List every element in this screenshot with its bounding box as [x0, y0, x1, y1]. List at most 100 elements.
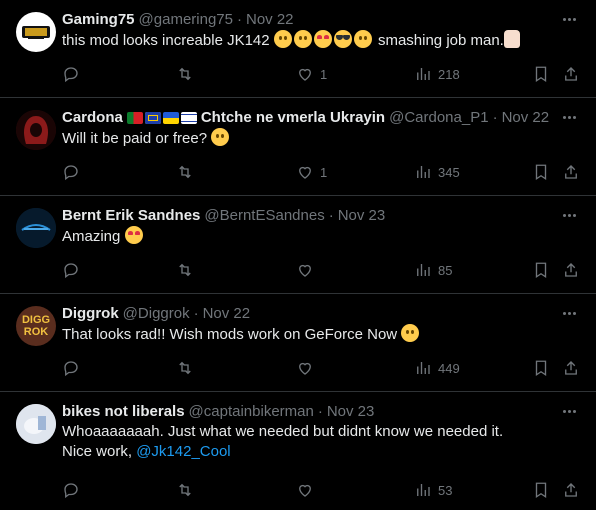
reply-item[interactable]: Bernt Erik Sandnes @BerntESandnes · Nov …: [0, 196, 596, 294]
eu-flag-icon: [144, 112, 161, 124]
avatar[interactable]: [16, 110, 56, 150]
ukraine-flag-icon: [162, 112, 179, 124]
flag-emojis: [126, 112, 197, 124]
share-button[interactable]: [562, 261, 580, 279]
like-button[interactable]: [296, 359, 320, 377]
display-name[interactable]: Diggrok: [62, 304, 119, 324]
reply-icon: [64, 483, 78, 499]
heart-eyes-emoji-icon: [313, 30, 332, 48]
like-button[interactable]: [296, 261, 320, 279]
display-name[interactable]: bikes not liberals: [62, 402, 185, 422]
timestamp[interactable]: Nov 22: [246, 10, 294, 30]
heart-eyes-emoji-icon: [124, 226, 143, 244]
retweet-button[interactable]: [176, 261, 194, 279]
like-button[interactable]: 1: [296, 163, 327, 181]
more-icon[interactable]: [560, 14, 578, 24]
display-name[interactable]: Cardona: [62, 108, 123, 128]
reply-header: Bernt Erik Sandnes @BerntESandnes · Nov …: [62, 206, 556, 226]
like-button[interactable]: [296, 481, 320, 499]
more-icon[interactable]: [560, 210, 578, 220]
bookmark-button[interactable]: [532, 163, 550, 181]
reply-text-part: this mod looks increable JK142: [62, 32, 274, 49]
bookmark-button[interactable]: [532, 65, 550, 83]
retweet-button[interactable]: [176, 163, 194, 181]
user-handle[interactable]: @Diggrok: [123, 304, 190, 324]
timestamp[interactable]: Nov 23: [327, 402, 375, 422]
timestamp[interactable]: Nov 22: [502, 108, 550, 128]
bookmark-button[interactable]: [532, 261, 550, 279]
display-name[interactable]: Gaming75: [62, 10, 135, 30]
views-icon: [417, 362, 430, 374]
action-bar: 85: [62, 260, 580, 280]
bookmark-button[interactable]: [532, 481, 550, 499]
reply-text-line: Whoaaaaaaah. Just what we needed but did…: [62, 423, 504, 440]
reply-item[interactable]: bikes not liberals @captainbikerman · No…: [0, 392, 596, 510]
view-count: 449: [438, 360, 460, 376]
share-icon: [565, 263, 577, 277]
timestamp[interactable]: Nov 22: [203, 304, 251, 324]
grinning-emoji-icon: [293, 30, 312, 48]
bookmark-button[interactable]: [532, 359, 550, 377]
bookmark-icon: [535, 66, 547, 83]
reply-item[interactable]: DIGG ROK Diggrok @Diggrok · Nov 22 That …: [0, 294, 596, 392]
views-icon: [417, 166, 430, 178]
separator-dot: ·: [328, 207, 334, 224]
avatar[interactable]: [16, 404, 56, 444]
reply-button[interactable]: [62, 261, 80, 279]
avatar-text: ROK: [23, 326, 49, 338]
share-button[interactable]: [562, 481, 580, 499]
reply-item[interactable]: Gaming75 @gamering75 · Nov 22 this mod l…: [0, 0, 596, 98]
reply-button[interactable]: [62, 481, 80, 499]
share-icon: [565, 483, 577, 497]
portugal-flag-icon: [126, 112, 143, 124]
views-button[interactable]: 53: [414, 481, 452, 499]
retweet-button[interactable]: [176, 359, 194, 377]
reply-button[interactable]: [62, 163, 80, 181]
more-icon[interactable]: [560, 308, 578, 318]
timestamp[interactable]: Nov 23: [338, 206, 386, 226]
like-count: 1: [320, 164, 328, 180]
reply-item[interactable]: Cardona Chtche ne vmerla Ukrayin @Cardon…: [0, 98, 596, 196]
like-button[interactable]: 1: [296, 65, 327, 83]
views-button[interactable]: 345: [414, 163, 460, 181]
user-handle[interactable]: @BerntESandnes: [204, 206, 324, 226]
views-button[interactable]: 449: [414, 359, 460, 377]
avatar[interactable]: [16, 208, 56, 248]
share-button[interactable]: [562, 163, 580, 181]
reply-text-part: smashing job man.: [373, 32, 504, 49]
share-button[interactable]: [562, 65, 580, 83]
reply-text: Whoaaaaaaah. Just what we needed but did…: [62, 422, 576, 462]
reply-icon: [64, 165, 78, 181]
display-name-suffix[interactable]: Chtche ne vmerla Ukrayin: [201, 108, 385, 128]
reply-header: Diggrok @Diggrok · Nov 22: [62, 304, 556, 324]
more-icon[interactable]: [560, 406, 578, 416]
share-icon: [565, 165, 577, 179]
share-button[interactable]: [562, 359, 580, 377]
reply-text: Amazing: [62, 226, 576, 247]
user-handle[interactable]: @Cardona_P1: [389, 108, 488, 128]
bookmark-icon: [535, 482, 547, 499]
reply-icon: [64, 361, 78, 377]
mention-link[interactable]: @Jk142_Cool: [136, 443, 230, 460]
retweet-button[interactable]: [176, 65, 194, 83]
display-name[interactable]: Bernt Erik Sandnes: [62, 206, 200, 226]
views-button[interactable]: 218: [414, 65, 460, 83]
reply-text: this mod looks increable JK142 smashing …: [62, 30, 576, 51]
retweet-icon: [179, 165, 191, 179]
avatar[interactable]: DIGG ROK: [16, 306, 56, 346]
reply-text-part: Will it be paid or free?: [62, 130, 212, 147]
reply-button[interactable]: [62, 359, 80, 377]
more-icon[interactable]: [560, 112, 578, 122]
views-button[interactable]: 85: [414, 261, 452, 279]
israel-flag-icon: [180, 112, 197, 124]
separator-dot: ·: [492, 109, 498, 126]
reply-text-line: Nice work, @Jk142_Cool: [62, 442, 576, 462]
retweet-button[interactable]: [176, 481, 194, 499]
reply-text: Will it be paid or free?: [62, 128, 576, 149]
user-handle[interactable]: @gamering75: [139, 10, 233, 30]
user-handle[interactable]: @captainbikerman: [189, 402, 314, 422]
avatar[interactable]: [16, 12, 56, 52]
avatar-text: DIGG: [21, 314, 51, 326]
reply-button[interactable]: [62, 65, 80, 83]
reply-text-part: That looks rad!! Wish mods work on GeFor…: [62, 326, 402, 343]
